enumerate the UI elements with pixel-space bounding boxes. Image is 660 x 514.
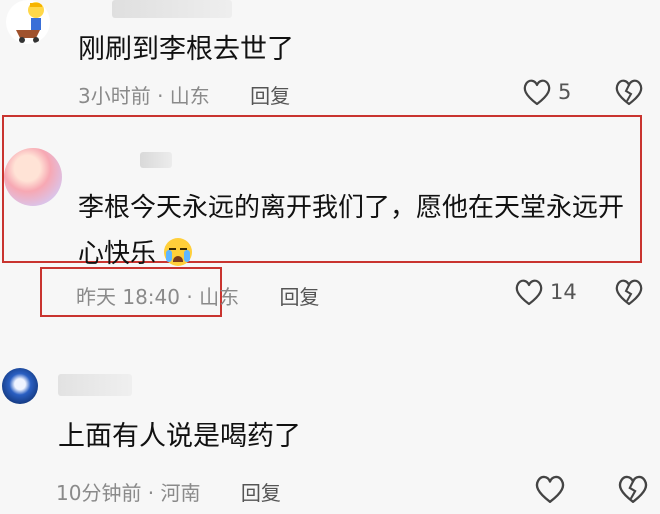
comment-item-1: 刚刷到李根去世了 3小时前 · 山东 回复 5 — [0, 0, 660, 120]
comment-text: 刚刷到李根去世了 — [78, 34, 294, 65]
comment-text: 上面有人说是喝药了 — [58, 421, 301, 452]
broken-heart-icon — [618, 475, 648, 503]
avatar[interactable] — [6, 0, 50, 44]
username[interactable] — [58, 374, 132, 396]
avatar[interactable] — [2, 368, 38, 404]
time-location: 10分钟前 · 河南 — [56, 481, 201, 505]
comment-meta: 10分钟前 · 河南 回复 — [56, 477, 281, 506]
dislike-button[interactable] — [614, 78, 644, 110]
broken-heart-icon — [615, 279, 643, 306]
like-count: 14 — [550, 280, 577, 304]
heart-outline-icon — [535, 475, 565, 503]
reply-button[interactable]: 回复 — [250, 84, 290, 108]
comment-item-3: 上面有人说是喝药了 10分钟前 · 河南 回复 — [0, 360, 660, 514]
comment-text-line2: 心快乐 — [78, 239, 157, 269]
heart-outline-icon — [515, 279, 543, 306]
reply-button[interactable]: 回复 — [279, 285, 319, 309]
comment-text: 李根今天永远的离开我们了，愿他在天堂永远开 心快乐 — [78, 185, 638, 277]
time-location: 3小时前 · 山东 — [78, 84, 210, 108]
dislike-button[interactable] — [617, 474, 649, 508]
username[interactable] — [140, 152, 172, 168]
comment-item-2: 李根今天永远的离开我们了，愿他在天堂永远开 心快乐 昨天 18:40 · 山东 … — [0, 114, 660, 329]
avatar[interactable] — [4, 148, 62, 206]
like-button[interactable]: 14 — [514, 278, 577, 306]
like-button[interactable]: 5 — [522, 78, 571, 106]
like-button[interactable] — [534, 474, 572, 504]
username[interactable] — [112, 0, 232, 18]
comment-meta: 昨天 18:40 · 山东 回复 — [76, 281, 319, 310]
dislike-button[interactable] — [614, 278, 644, 310]
time-location: 昨天 18:40 · 山东 — [76, 285, 240, 309]
reply-button[interactable]: 回复 — [241, 481, 281, 505]
broken-heart-icon — [615, 79, 643, 106]
heart-outline-icon — [523, 79, 551, 106]
like-count: 5 — [558, 80, 572, 104]
crying-face-emoji — [164, 238, 193, 266]
comment-meta: 3小时前 · 山东 回复 — [78, 80, 290, 109]
comment-text-line1: 李根今天永远的离开我们了，愿他在天堂永远开 — [78, 193, 625, 223]
